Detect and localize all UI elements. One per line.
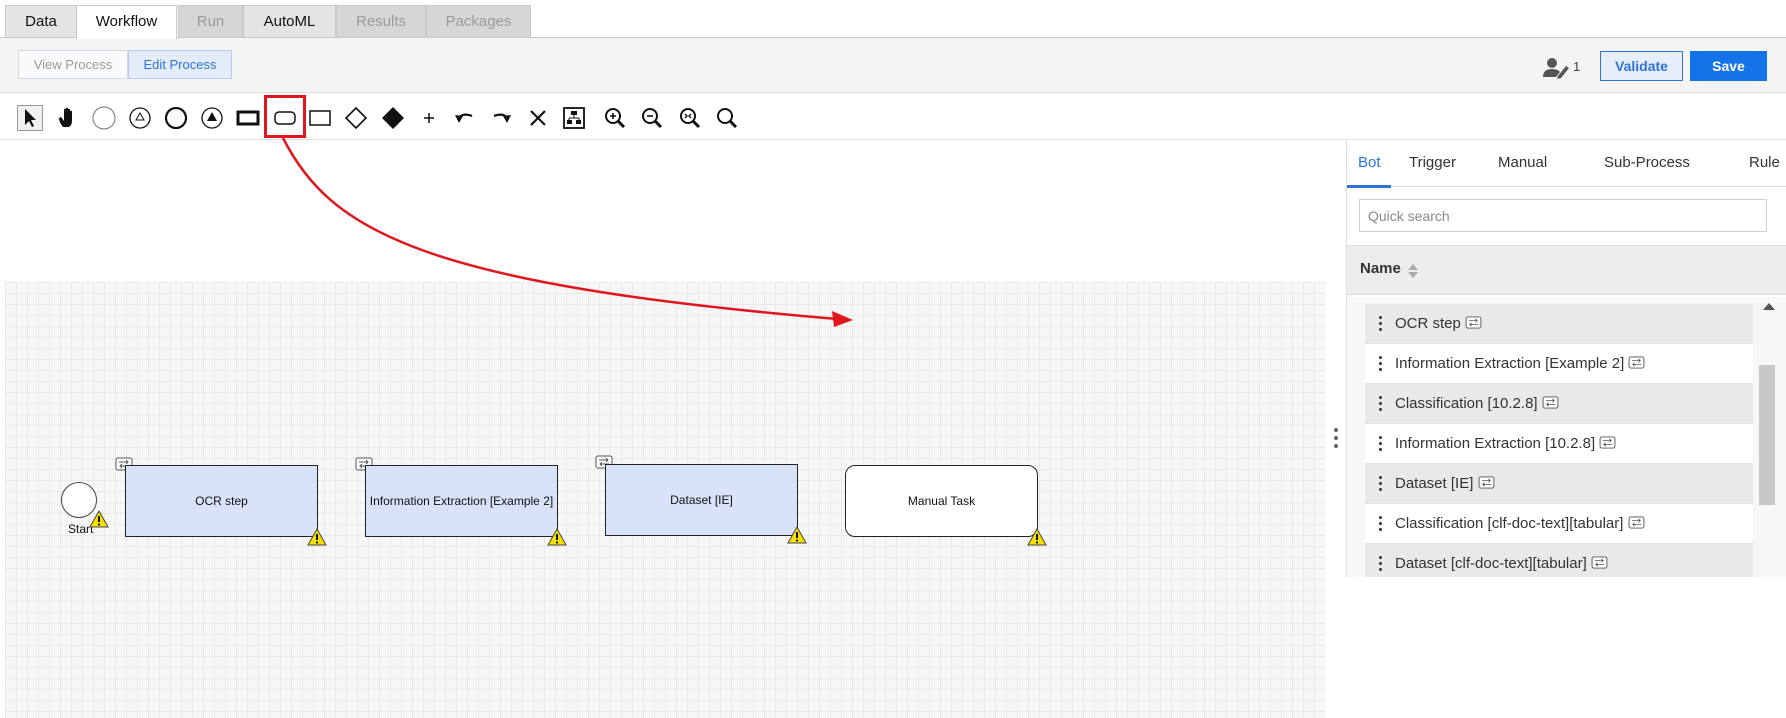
drag-handle-icon[interactable] (1379, 356, 1383, 374)
tab-workflow[interactable]: Workflow (76, 5, 177, 39)
sort-icon (1408, 264, 1418, 278)
signal-event-icon[interactable] (199, 105, 225, 131)
undo-icon[interactable] (452, 105, 478, 131)
drag-handle-icon[interactable] (1379, 396, 1383, 414)
end-event-icon[interactable] (163, 105, 189, 131)
drag-handle-icon[interactable] (1379, 516, 1383, 534)
list-item-label: Information Extraction [Example 2] (1395, 355, 1645, 372)
intermediate-event-icon[interactable] (127, 105, 153, 131)
column-header-label: Name (1360, 260, 1401, 277)
warning-icon (89, 510, 109, 528)
canvas-area: Start OCR step Information Extraction [E… (0, 141, 1346, 718)
panel-tab-bot[interactable]: Bot (1358, 154, 1381, 171)
information-extraction-node[interactable]: Information Extraction [Example 2] (365, 465, 558, 537)
subprocess-icon[interactable] (307, 105, 333, 131)
list-item-label: OCR step (1395, 315, 1482, 332)
bot-task-icon (1599, 436, 1616, 449)
active-tab-indicator (1347, 185, 1391, 188)
process-mode-bar: View Process Edit Process 1 Validate Sav… (0, 38, 1786, 93)
bot-task-icon (1542, 396, 1559, 409)
bot-task-icon (1478, 476, 1494, 489)
process-canvas[interactable]: Start OCR step Information Extraction [E… (5, 282, 1325, 718)
list-item-label: Dataset [clf-doc-text][tabular] (1395, 555, 1608, 572)
scrollbar-thumb[interactable] (1759, 365, 1775, 505)
pointer-tool-icon[interactable] (17, 105, 43, 131)
save-button[interactable]: Save (1690, 51, 1767, 81)
warning-icon (787, 526, 807, 544)
warning-icon (307, 528, 327, 546)
zoom-fit-icon[interactable] (677, 105, 703, 131)
diagram-toolbar (0, 94, 1786, 140)
tab-data[interactable]: Data (5, 5, 77, 38)
bot-task-icon (1465, 316, 1482, 329)
task-list: OCR step Information Extraction [Example… (1347, 297, 1786, 577)
panel-tab-manual[interactable]: Manual (1498, 154, 1547, 171)
tab-run[interactable]: Run (178, 5, 243, 38)
bot-task-icon (1591, 556, 1608, 569)
task-icon[interactable] (235, 105, 261, 131)
list-item[interactable]: Information Extraction [Example 2] (1365, 344, 1753, 384)
list-item[interactable]: Information Extraction [10.2.8] (1365, 424, 1753, 464)
task-library-panel: Bot Trigger Manual Sub-Process Rule Name… (1346, 141, 1786, 577)
list-item[interactable]: Dataset [clf-doc-text][tabular] (1365, 544, 1753, 577)
start-event-icon[interactable] (91, 105, 117, 131)
hand-pan-icon[interactable] (55, 105, 81, 131)
list-item[interactable]: Classification [10.2.8] (1365, 384, 1753, 424)
ocr-step-node[interactable]: OCR step (125, 465, 318, 537)
view-process-button[interactable]: View Process (18, 50, 128, 79)
add-icon[interactable] (416, 105, 442, 131)
tab-automl[interactable]: AutoML (243, 5, 336, 38)
users-count: 1 (1573, 59, 1581, 74)
list-item[interactable]: OCR step (1365, 304, 1753, 344)
auto-layout-icon[interactable] (561, 105, 587, 131)
scroll-up-icon[interactable] (1763, 303, 1775, 310)
panel-tab-trigger[interactable]: Trigger (1409, 154, 1456, 171)
drag-handle-icon[interactable] (1379, 436, 1383, 454)
bot-task-icon (1629, 356, 1645, 369)
panel-resize-handle[interactable] (1333, 428, 1339, 454)
quick-search-input[interactable] (1359, 199, 1767, 232)
drag-handle-icon[interactable] (1379, 316, 1383, 334)
dataset-ie-node[interactable]: Dataset [IE] (605, 464, 798, 536)
gateway-icon[interactable] (343, 105, 369, 131)
panel-tab-bar: Bot Trigger Manual Sub-Process Rule (1347, 141, 1786, 188)
validate-button[interactable]: Validate (1600, 51, 1683, 81)
zoom-in-icon[interactable] (602, 105, 628, 131)
drag-handle-icon[interactable] (1379, 556, 1383, 574)
rounded-task-icon[interactable] (272, 105, 298, 131)
filled-gateway-icon[interactable] (380, 105, 406, 131)
zoom-reset-icon[interactable] (714, 105, 740, 131)
panel-tab-sub-process[interactable]: Sub-Process (1604, 154, 1690, 171)
manual-task-node[interactable]: Manual Task (845, 465, 1038, 537)
edit-process-button[interactable]: Edit Process (128, 50, 232, 79)
active-users-indicator[interactable]: 1 (1542, 57, 1582, 79)
list-item-label: Classification [10.2.8] (1395, 395, 1559, 412)
bot-task-icon (1628, 516, 1644, 529)
user-edit-icon (1543, 58, 1569, 79)
warning-icon (547, 528, 567, 546)
warning-icon (1027, 528, 1047, 546)
list-item-label: Classification [clf-doc-text][tabular] (1395, 515, 1645, 532)
drag-handle-icon[interactable] (1379, 476, 1383, 494)
list-item-label: Information Extraction [10.2.8] (1395, 435, 1616, 452)
tab-results[interactable]: Results (336, 5, 426, 38)
delete-icon[interactable] (525, 105, 551, 131)
redo-icon[interactable] (488, 105, 514, 131)
list-item-label: Dataset [IE] (1395, 475, 1495, 492)
tab-packages[interactable]: Packages (426, 5, 531, 38)
name-column-header[interactable]: Name (1347, 245, 1786, 295)
zoom-out-icon[interactable] (639, 105, 665, 131)
list-item[interactable]: Dataset [IE] (1365, 464, 1753, 504)
list-item[interactable]: Classification [clf-doc-text][tabular] (1365, 504, 1753, 544)
panel-tab-rule[interactable]: Rule (1749, 154, 1780, 171)
main-tab-bar: Data Workflow Run AutoML Results Package… (0, 0, 1786, 39)
